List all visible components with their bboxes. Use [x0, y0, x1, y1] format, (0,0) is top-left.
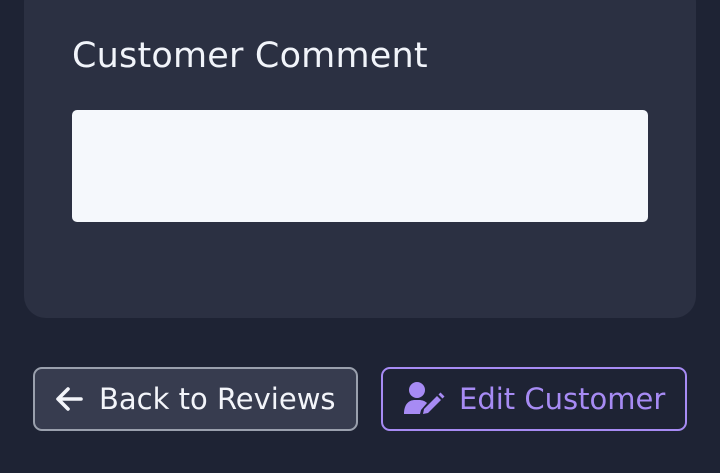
edit-button-label: Edit Customer	[459, 381, 666, 416]
back-to-reviews-button[interactable]: Back to Reviews	[33, 367, 358, 431]
back-button-label: Back to Reviews	[99, 381, 336, 416]
user-edit-icon	[403, 381, 445, 417]
section-title: Customer Comment	[72, 36, 428, 76]
arrow-left-icon	[53, 383, 85, 415]
customer-comment-field[interactable]	[72, 110, 648, 222]
page: Customer Comment Back to Reviews Edit Cu…	[0, 0, 720, 473]
edit-customer-button[interactable]: Edit Customer	[381, 367, 687, 431]
